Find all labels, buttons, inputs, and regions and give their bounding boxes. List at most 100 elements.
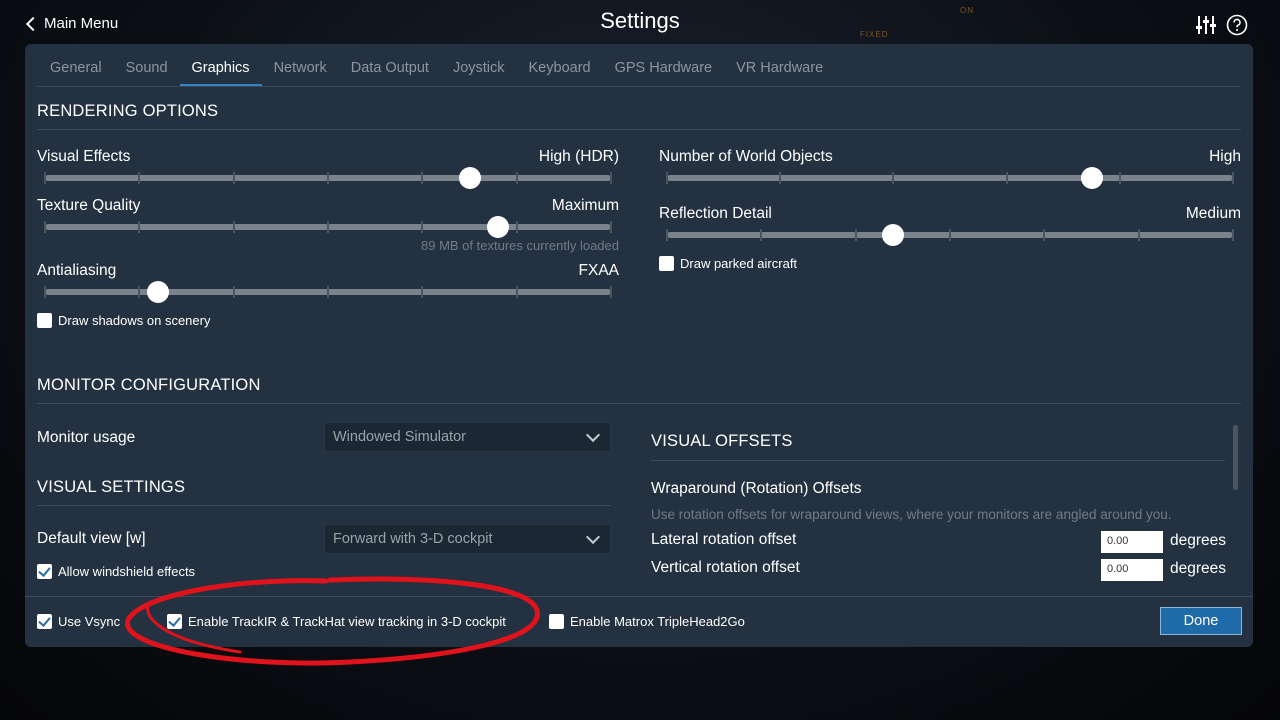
settings-panel: General Sound Graphics Network Data Outp… (25, 44, 1253, 647)
page-title: Settings (600, 8, 680, 33)
texture-quality-value: Maximum (551, 197, 619, 214)
slider-tick (421, 286, 423, 298)
slider-tick (327, 221, 329, 233)
checkbox-box (167, 614, 182, 629)
slider-tick (327, 286, 329, 298)
visual-effects-slider[interactable] (44, 167, 612, 189)
default-view-select[interactable]: Forward with 3-D cockpit (324, 524, 611, 554)
default-view-label: Default view [w] (37, 530, 146, 547)
lateral-offset-unit: degrees (1170, 532, 1227, 549)
visual-offsets-heading: VISUAL OFFSETS (651, 432, 793, 450)
visual-settings-heading: VISUAL SETTINGS (37, 478, 186, 496)
offsets-scrollbar[interactable] (1233, 425, 1238, 490)
tab-gps-hardware[interactable]: GPS Hardware (603, 60, 725, 86)
default-view-value: Forward with 3-D cockpit (333, 531, 493, 547)
texture-quality-slider[interactable] (44, 216, 612, 238)
slider-tick (779, 172, 781, 184)
matrox-label: Enable Matrox TripleHead2Go (570, 614, 745, 629)
lateral-offset-input[interactable]: 0.00 (1101, 531, 1163, 553)
slider-tick (44, 221, 46, 233)
slider-tick (666, 229, 668, 241)
antialiasing-label: Antialiasing (37, 262, 117, 279)
draw-parked-aircraft-checkbox[interactable]: Draw parked aircraft (659, 256, 797, 271)
vertical-offset-unit: degrees (1170, 560, 1227, 577)
slider-tick (760, 229, 762, 241)
use-vsync-label: Use Vsync (58, 614, 121, 629)
reflection-detail-label: Reflection Detail (659, 205, 772, 222)
slider-thumb[interactable] (1080, 167, 1103, 189)
draw-parked-aircraft-label: Draw parked aircraft (680, 256, 798, 271)
tab-data-output[interactable]: Data Output (339, 60, 441, 86)
slider-tick (421, 172, 423, 184)
trackir-label: Enable TrackIR & TrackHat view tracking … (188, 614, 506, 629)
visual-effects-label: Visual Effects (37, 148, 131, 165)
checkbox-box (659, 256, 674, 271)
texture-memory-note: 89 MB of textures currently loaded (421, 238, 619, 253)
section-divider (37, 505, 611, 506)
use-vsync-checkbox[interactable]: Use Vsync (37, 614, 120, 629)
slider-tick (1138, 229, 1140, 241)
world-objects-value: High (1209, 148, 1241, 165)
slider-tick (1232, 172, 1234, 184)
tab-vr-hardware[interactable]: VR Hardware (724, 60, 835, 86)
reflection-detail-value: Medium (1185, 205, 1241, 222)
world-objects-slider[interactable] (666, 167, 1234, 189)
slider-thumb[interactable] (486, 216, 509, 238)
visual-effects-value: High (HDR) (538, 148, 619, 165)
slider-tick (892, 172, 894, 184)
chevron-down-icon (585, 427, 601, 443)
slider-tick (138, 172, 140, 184)
slider-thumb[interactable] (458, 167, 481, 189)
top-bar: Main Menu Settings (0, 0, 1280, 44)
footer-divider (25, 596, 1253, 597)
reflection-detail-slider[interactable] (666, 224, 1234, 246)
tabs-divider (37, 86, 1241, 87)
trackir-checkbox[interactable]: Enable TrackIR & TrackHat view tracking … (167, 614, 506, 629)
monitor-configuration-heading: MONITOR CONFIGURATION (37, 376, 261, 394)
checkbox-box (37, 614, 52, 629)
monitor-usage-value: Windowed Simulator (333, 429, 466, 445)
draw-shadows-checkbox[interactable]: Draw shadows on scenery (37, 313, 210, 328)
section-divider (37, 129, 1241, 130)
tab-general[interactable]: General (38, 60, 114, 86)
texture-quality-label: Texture Quality (37, 197, 141, 214)
matrox-checkbox[interactable]: Enable Matrox TripleHead2Go (549, 614, 745, 629)
slider-tick (666, 172, 668, 184)
tab-keyboard[interactable]: Keyboard (517, 60, 603, 86)
slider-tick (138, 221, 140, 233)
slider-tick (855, 229, 857, 241)
slider-tick (1006, 172, 1008, 184)
section-divider (37, 403, 1241, 404)
world-objects-label: Number of World Objects (659, 148, 833, 165)
vertical-offset-input[interactable]: 0.00 (1101, 559, 1163, 581)
draw-shadows-label: Draw shadows on scenery (58, 313, 211, 328)
slider-thumb[interactable] (882, 224, 905, 246)
slider-tick (44, 172, 46, 184)
rendering-options-heading: RENDERING OPTIONS (37, 102, 219, 120)
antialiasing-slider[interactable] (44, 281, 612, 303)
slider-tick (516, 221, 518, 233)
antialiasing-value: FXAA (578, 262, 619, 279)
tab-joystick[interactable]: Joystick (441, 60, 517, 86)
monitor-usage-select[interactable]: Windowed Simulator (324, 422, 611, 452)
slider-tick (233, 172, 235, 184)
checkbox-box (37, 313, 52, 328)
slider-tick (1043, 229, 1045, 241)
checkbox-box (37, 564, 52, 579)
tab-sound[interactable]: Sound (114, 60, 180, 86)
slider-tick (949, 229, 951, 241)
done-button[interactable]: Done (1160, 607, 1242, 635)
slider-tick (1119, 172, 1121, 184)
slider-tick (610, 172, 612, 184)
tab-graphics[interactable]: Graphics (179, 60, 262, 86)
help-icon[interactable] (1226, 14, 1248, 36)
lateral-offset-label: Lateral rotation offset (651, 531, 797, 548)
slider-tick (610, 286, 612, 298)
slider-tick (421, 221, 423, 233)
windshield-effects-label: Allow windshield effects (58, 564, 196, 579)
sliders-icon[interactable] (1195, 14, 1217, 36)
tab-network[interactable]: Network (262, 60, 339, 86)
slider-thumb[interactable] (147, 281, 170, 303)
windshield-effects-checkbox[interactable]: Allow windshield effects (37, 564, 195, 579)
monitor-usage-label: Monitor usage (37, 429, 136, 446)
